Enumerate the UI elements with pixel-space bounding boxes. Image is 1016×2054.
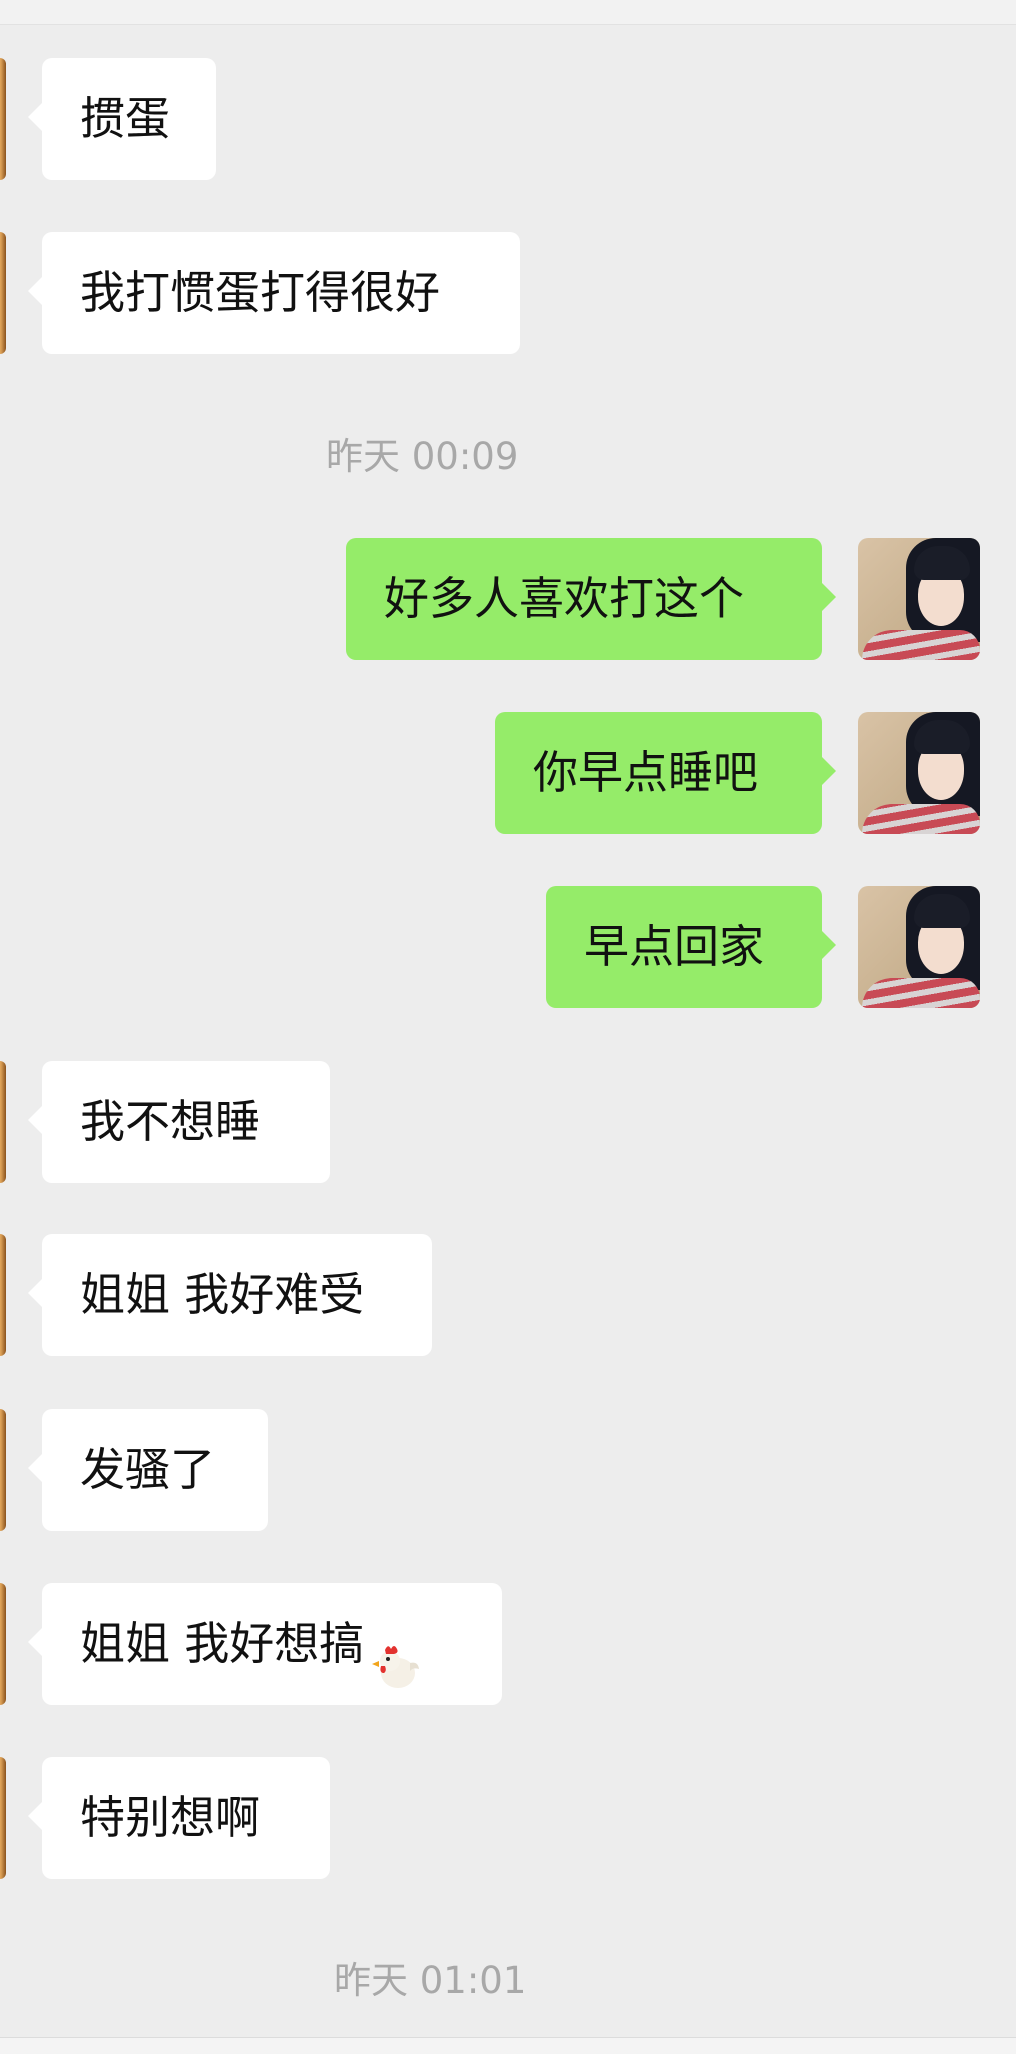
- timestamp: 昨天 00:09: [326, 435, 519, 478]
- message-bubble-incoming[interactable]: 姐姐 我好难受: [28, 1234, 432, 1356]
- contact-avatar[interactable]: [0, 232, 6, 354]
- bottom-edge: [0, 2037, 1016, 2054]
- message-bubble-outgoing[interactable]: 早点回家: [546, 886, 836, 1008]
- message-text: 姐姐 我好想搞: [80, 1617, 365, 1670]
- top-edge: [0, 0, 1016, 25]
- contact-avatar[interactable]: [0, 1061, 6, 1183]
- contact-avatar[interactable]: [0, 1409, 6, 1531]
- message-bubble-incoming[interactable]: 姐姐 我好想搞: [28, 1583, 502, 1705]
- contact-avatar[interactable]: [0, 1583, 6, 1705]
- user-avatar[interactable]: [858, 886, 980, 1008]
- message-bubble-incoming[interactable]: 我不想睡: [28, 1061, 330, 1183]
- message-bubble-incoming[interactable]: 特别想啊: [28, 1757, 330, 1879]
- message-bubble-outgoing[interactable]: 好多人喜欢打这个: [346, 538, 836, 660]
- chicken-icon: [370, 1617, 422, 1688]
- message-bubble-incoming[interactable]: 我打惯蛋打得很好: [28, 232, 520, 354]
- message-bubble-incoming[interactable]: 掼蛋: [28, 58, 216, 180]
- timestamp: 昨天 01:01: [334, 1959, 527, 2002]
- message-bubble-outgoing[interactable]: 你早点睡吧: [495, 712, 836, 834]
- contact-avatar[interactable]: [0, 1234, 6, 1356]
- user-avatar[interactable]: [858, 712, 980, 834]
- message-bubble-incoming[interactable]: 发骚了: [28, 1409, 268, 1531]
- user-avatar[interactable]: [858, 538, 980, 660]
- contact-avatar[interactable]: [0, 1757, 6, 1879]
- contact-avatar[interactable]: [0, 58, 6, 180]
